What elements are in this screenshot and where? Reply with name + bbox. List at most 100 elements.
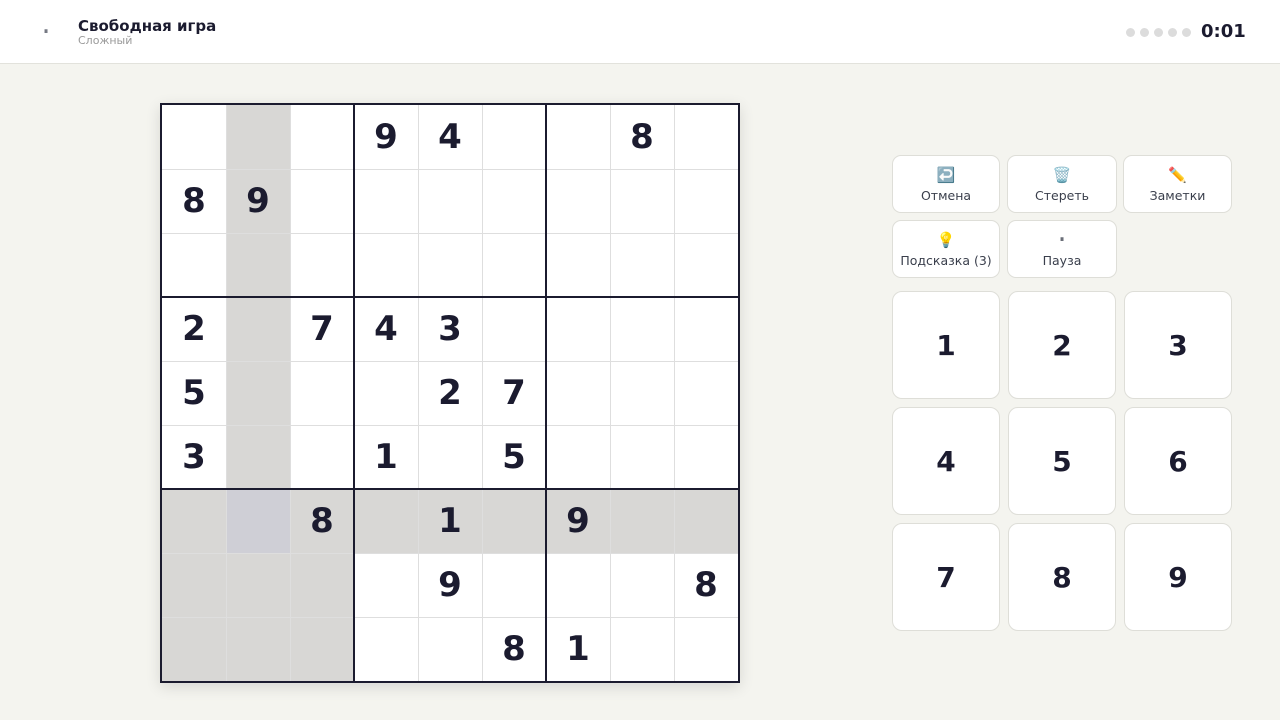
sudoku-cell[interactable] (482, 105, 546, 169)
sudoku-cell[interactable] (482, 297, 546, 361)
sudoku-cell[interactable]: 1 (354, 425, 418, 489)
sudoku-cell[interactable]: 8 (482, 617, 546, 681)
sudoku-cell[interactable] (610, 617, 674, 681)
sudoku-cell[interactable]: 9 (226, 169, 290, 233)
sudoku-cell[interactable] (610, 553, 674, 617)
sudoku-cell[interactable] (290, 233, 354, 297)
pause-icon[interactable]: ⏸ (36, 22, 56, 42)
sudoku-cell[interactable] (546, 361, 610, 425)
undo-button[interactable]: ↩️ Отмена (892, 155, 1000, 213)
sudoku-cell[interactable]: 3 (418, 297, 482, 361)
sudoku-cell[interactable] (482, 169, 546, 233)
sudoku-cell[interactable] (226, 489, 290, 553)
sudoku-cell[interactable] (674, 489, 738, 553)
sudoku-cell[interactable]: 8 (290, 489, 354, 553)
sudoku-cell[interactable]: 8 (610, 105, 674, 169)
hint-button[interactable]: 💡 Подсказка (3) (892, 220, 1000, 278)
grid-line (610, 105, 611, 681)
sudoku-cell[interactable] (674, 425, 738, 489)
grid-line (162, 553, 738, 554)
sudoku-cell[interactable] (226, 105, 290, 169)
sudoku-cell[interactable] (162, 233, 226, 297)
sudoku-cell[interactable] (610, 489, 674, 553)
sudoku-cell[interactable] (674, 105, 738, 169)
sudoku-cell[interactable] (546, 105, 610, 169)
number-key-5[interactable]: 5 (1008, 407, 1116, 515)
sudoku-cell[interactable] (674, 233, 738, 297)
sudoku-cell[interactable] (610, 361, 674, 425)
notes-button[interactable]: ✏️ Заметки (1123, 155, 1232, 213)
sudoku-cell[interactable] (290, 553, 354, 617)
sudoku-cell[interactable]: 7 (290, 297, 354, 361)
sudoku-cell[interactable] (290, 361, 354, 425)
sudoku-cell[interactable] (674, 617, 738, 681)
sudoku-cell[interactable]: 8 (162, 169, 226, 233)
sudoku-cell[interactable] (354, 361, 418, 425)
sudoku-cell[interactable] (354, 553, 418, 617)
sudoku-cell[interactable] (290, 617, 354, 681)
sudoku-cell[interactable] (610, 233, 674, 297)
number-key-6[interactable]: 6 (1124, 407, 1232, 515)
sudoku-cell[interactable] (674, 297, 738, 361)
sudoku-cell[interactable]: 1 (418, 489, 482, 553)
sudoku-cell[interactable]: 4 (354, 297, 418, 361)
sudoku-cell[interactable] (162, 553, 226, 617)
sudoku-cell[interactable] (226, 425, 290, 489)
sudoku-cell[interactable] (290, 425, 354, 489)
sudoku-cell[interactable] (610, 297, 674, 361)
sudoku-cell[interactable] (610, 425, 674, 489)
sudoku-cell[interactable] (162, 489, 226, 553)
sudoku-cell[interactable]: 8 (674, 553, 738, 617)
sudoku-cell[interactable] (226, 553, 290, 617)
sudoku-cell[interactable] (162, 617, 226, 681)
sudoku-cell[interactable] (482, 489, 546, 553)
sudoku-cell[interactable]: 5 (162, 361, 226, 425)
number-key-4[interactable]: 4 (892, 407, 1000, 515)
sudoku-cell[interactable]: 9 (546, 489, 610, 553)
sudoku-cell[interactable] (546, 297, 610, 361)
sudoku-cell[interactable]: 7 (482, 361, 546, 425)
number-key-8[interactable]: 8 (1008, 523, 1116, 631)
sudoku-cell[interactable] (674, 361, 738, 425)
sudoku-cell[interactable] (354, 169, 418, 233)
sudoku-cell[interactable] (418, 617, 482, 681)
sudoku-cell[interactable] (482, 553, 546, 617)
sudoku-cell[interactable]: 1 (546, 617, 610, 681)
sudoku-cell[interactable]: 2 (162, 297, 226, 361)
sudoku-cell[interactable] (418, 425, 482, 489)
number-key-7[interactable]: 7 (892, 523, 1000, 631)
number-key-9[interactable]: 9 (1124, 523, 1232, 631)
sudoku-cell[interactable] (610, 169, 674, 233)
pause-button[interactable]: ⏸ Пауза (1007, 220, 1117, 278)
sudoku-cell[interactable] (418, 233, 482, 297)
sudoku-cell[interactable]: 5 (482, 425, 546, 489)
sudoku-cell[interactable] (226, 297, 290, 361)
sudoku-cell[interactable] (546, 553, 610, 617)
sudoku-cell[interactable]: 2 (418, 361, 482, 425)
sudoku-cell[interactable] (226, 361, 290, 425)
sudoku-cell[interactable] (226, 617, 290, 681)
sudoku-cell[interactable] (482, 233, 546, 297)
erase-button[interactable]: 🗑️ Стереть (1007, 155, 1117, 213)
sudoku-cell[interactable] (354, 489, 418, 553)
sudoku-cell[interactable]: 3 (162, 425, 226, 489)
sudoku-cell[interactable] (546, 233, 610, 297)
number-key-1[interactable]: 1 (892, 291, 1000, 399)
number-key-3[interactable]: 3 (1124, 291, 1232, 399)
sudoku-cell[interactable] (354, 617, 418, 681)
sudoku-cell[interactable] (226, 233, 290, 297)
sudoku-cell[interactable] (290, 169, 354, 233)
sudoku-cell[interactable] (162, 105, 226, 169)
sudoku-cell[interactable] (546, 425, 610, 489)
sudoku-cell[interactable]: 4 (418, 105, 482, 169)
sudoku-cell[interactable] (290, 105, 354, 169)
sudoku-cell[interactable]: 9 (354, 105, 418, 169)
grid-line (418, 105, 419, 681)
sudoku-cell[interactable] (418, 169, 482, 233)
sudoku-board: 9488927435273158199881 (160, 103, 740, 683)
sudoku-cell[interactable] (674, 169, 738, 233)
number-key-2[interactable]: 2 (1008, 291, 1116, 399)
sudoku-cell[interactable]: 9 (418, 553, 482, 617)
sudoku-cell[interactable] (354, 233, 418, 297)
sudoku-cell[interactable] (546, 169, 610, 233)
